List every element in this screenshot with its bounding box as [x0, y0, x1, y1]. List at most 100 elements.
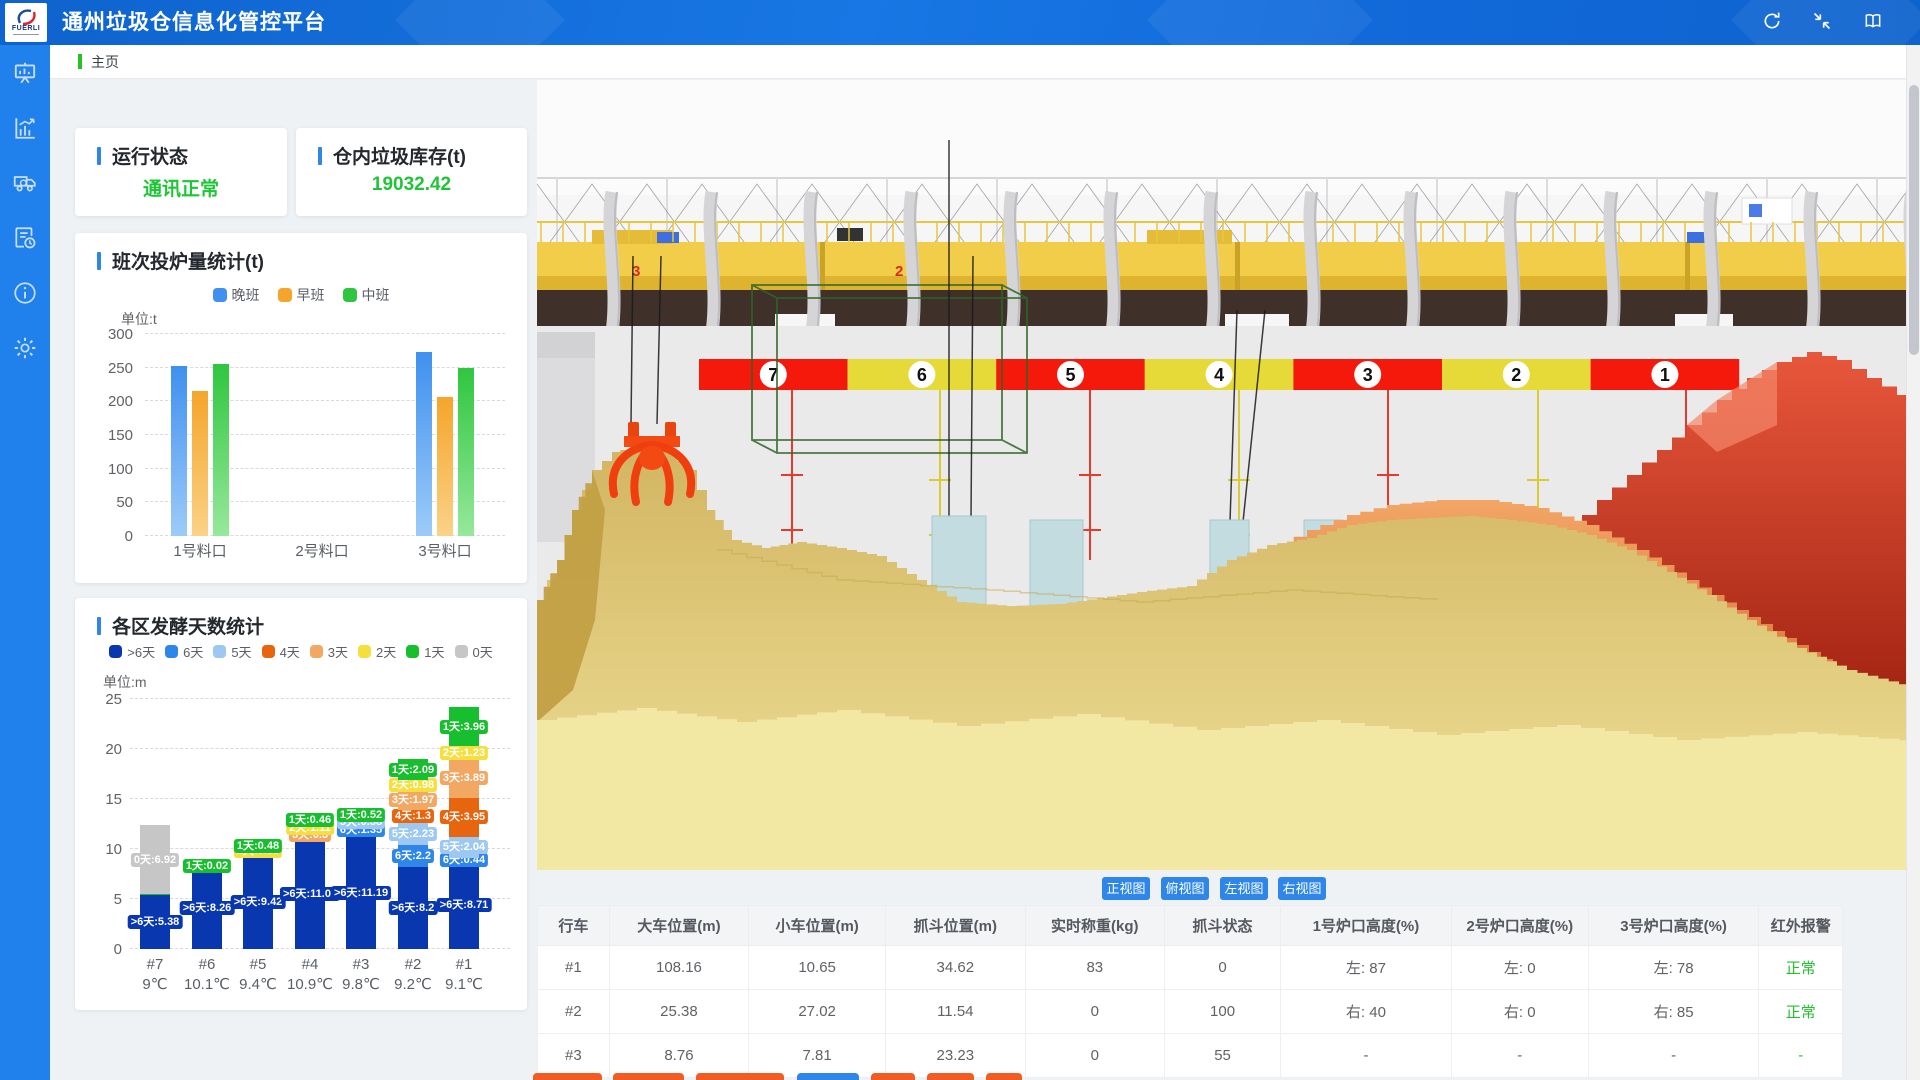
breadcrumb-accent [78, 54, 82, 69]
segment-label: >6天:8.26 [180, 901, 235, 915]
y-axis-label: 0 [85, 528, 133, 545]
segment-label: 5天:2.23 [389, 827, 437, 841]
table-cell: 正常 [1759, 990, 1843, 1034]
table-cell: 11.54 [886, 990, 1025, 1034]
sidebar-item-dashboard[interactable] [0, 45, 50, 100]
breadcrumb-label[interactable]: 主页 [91, 52, 119, 72]
segment-label: 1天:0.48 [234, 839, 282, 853]
bottom-button-2[interactable] [613, 1073, 684, 1080]
table-cell: - [1759, 1034, 1843, 1078]
bunker-3d-view[interactable]: 32 7654321 [537, 80, 1920, 870]
bar-晚班 [416, 352, 432, 536]
chart-legend: >6天 6天 5天 4天 3天 2天 1天 0天 [75, 642, 527, 661]
legend-item->6天[interactable]: >6天 [109, 642, 155, 661]
report-icon [12, 225, 38, 251]
sidebar-item-settings[interactable] [0, 320, 50, 375]
bottom-button-7[interactable] [986, 1073, 1022, 1080]
bottom-button-6[interactable] [927, 1073, 974, 1080]
dashboard-icon [12, 60, 38, 86]
legend-label: 晚班 [232, 285, 260, 305]
legend-item-3天[interactable]: 3天 [310, 642, 348, 661]
table-row[interactable]: #38.767.8123.23055---- [538, 1034, 1843, 1078]
bottom-button-4[interactable] [797, 1073, 859, 1080]
bottom-button-3[interactable] [696, 1073, 784, 1080]
table-cell: - [1588, 1034, 1759, 1078]
table-cell: 0 [1025, 990, 1164, 1034]
sidebar-item-statistics[interactable] [0, 100, 50, 155]
legend-chip [109, 645, 122, 658]
view-button-3[interactable]: 左视图 [1220, 877, 1268, 900]
table-cell: 8.76 [609, 1034, 748, 1078]
legend-item-1天[interactable]: 1天 [406, 642, 444, 661]
legend-item-2天[interactable]: 2天 [358, 642, 396, 661]
svg-text:3: 3 [1363, 365, 1373, 385]
scrollbar-track[interactable] [1906, 45, 1920, 1080]
status-title-text: 仓内垃圾库存(t) [333, 142, 466, 169]
x-axis-label: #19.1℃ [445, 955, 483, 995]
legend-item-早班[interactable]: 早班 [278, 285, 325, 305]
y-axis-label: 150 [85, 427, 133, 444]
table-header-cell: 抓斗状态 [1165, 906, 1281, 946]
y-axis-label: 15 [88, 791, 122, 808]
status-card-title: 仓内垃圾库存(t) [318, 142, 466, 169]
page-title: 通州垃圾仓信息化管控平台 [62, 0, 326, 45]
y-axis-label: 25 [88, 691, 122, 708]
bottom-button-5[interactable] [871, 1073, 915, 1080]
legend-item-中班[interactable]: 中班 [343, 285, 390, 305]
bay-number-banner: 7654321 [699, 359, 1739, 390]
status-card-inventory: 仓内垃圾库存(t) 19032.42 [296, 128, 527, 216]
statistics-icon [12, 115, 38, 141]
table-header-cell: 实时称重(kg) [1025, 906, 1164, 946]
view-button-1[interactable]: 正视图 [1102, 877, 1150, 900]
view-button-4[interactable]: 右视图 [1278, 877, 1326, 900]
table-cell: 34.62 [886, 946, 1025, 990]
logo-swoosh-icon [12, 8, 40, 25]
x-axis-label: #29.2℃ [394, 955, 432, 995]
bar-中班 [458, 368, 474, 536]
chart-title-text: 各区发酵天数统计 [112, 612, 264, 639]
segment-label: 0天:6.92 [131, 853, 179, 867]
manual-icon[interactable] [1862, 11, 1884, 31]
sidebar-item-trucks[interactable] [0, 155, 50, 210]
table-header-cell: 行车 [538, 906, 610, 946]
table-cell: 左: 87 [1281, 946, 1452, 990]
table-cell: 108.16 [609, 946, 748, 990]
y-axis-label: 5 [88, 891, 122, 908]
compress-icon[interactable] [1812, 11, 1832, 31]
legend-item-4天[interactable]: 4天 [262, 642, 300, 661]
gridline [145, 367, 505, 368]
refresh-icon[interactable] [1762, 11, 1782, 31]
stacked-bar-plot: 0510152025>6天:5.380天:6.92#79℃>6天:8.261天:… [130, 699, 510, 949]
legend-item-晚班[interactable]: 晚班 [213, 285, 260, 305]
crane-hoist [837, 228, 863, 241]
table-row[interactable]: #225.3827.0211.540100右: 40右: 0右: 85正常 [538, 990, 1843, 1034]
x-axis-label: #79℃ [142, 955, 167, 995]
legend-item-6天[interactable]: 6天 [165, 642, 203, 661]
legend-item-0天[interactable]: 0天 [455, 642, 493, 661]
table-cell: 右: 85 [1588, 990, 1759, 1034]
scrollbar-thumb[interactable] [1909, 85, 1919, 355]
table-cell: 55 [1165, 1034, 1281, 1078]
sidebar-item-info[interactable] [0, 265, 50, 320]
table-cell: 7.81 [749, 1034, 886, 1078]
y-axis-label: 10 [88, 841, 122, 858]
table-cell: - [1281, 1034, 1452, 1078]
legend-chip [165, 645, 178, 658]
status-title-text: 运行状态 [112, 142, 188, 169]
sidebar-item-reports[interactable] [0, 210, 50, 265]
svg-text:2: 2 [1511, 365, 1521, 385]
legend-chip [343, 288, 357, 302]
segment-label: >6天:8.2 [389, 901, 438, 915]
scene-sky [537, 80, 1920, 210]
status-card-title: 运行状态 [97, 142, 188, 169]
legend-item-5天[interactable]: 5天 [213, 642, 251, 661]
crane-panel-chip [1749, 204, 1762, 217]
segment-label: >6天:9.42 [231, 895, 286, 909]
table-cell: #2 [538, 990, 610, 1034]
status-value: 19032.42 [296, 174, 527, 196]
bottom-button-1[interactable] [533, 1073, 602, 1080]
gridline [130, 698, 510, 699]
table-row[interactable]: #1108.1610.6534.62830左: 87左: 0左: 78正常 [538, 946, 1843, 990]
bar-晚班 [171, 366, 187, 536]
view-button-2[interactable]: 俯视图 [1161, 877, 1209, 900]
